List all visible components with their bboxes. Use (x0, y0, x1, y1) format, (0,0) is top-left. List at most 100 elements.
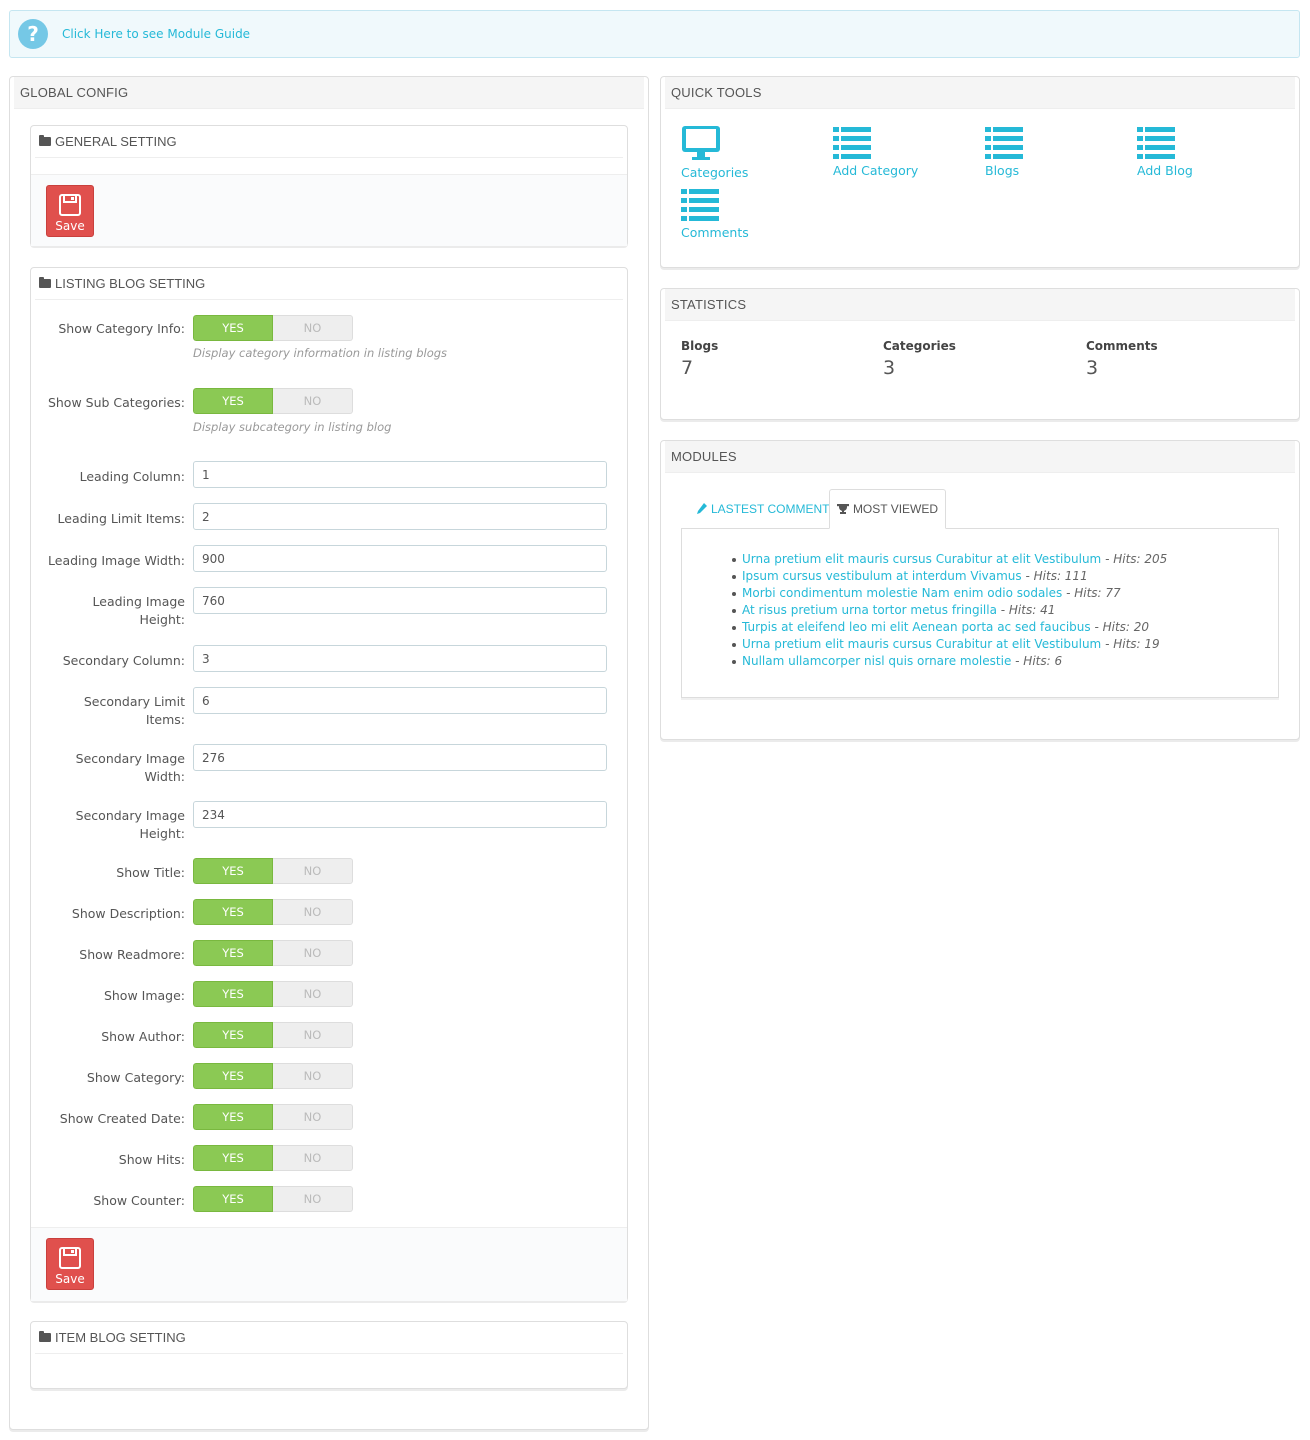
quick-tool-blogs[interactable]: Blogs (985, 125, 1023, 178)
list-item: Turpis at eleifend leo mi elit Aenean po… (732, 619, 1167, 636)
show-author-toggle[interactable]: YES NO (193, 1022, 353, 1048)
leading-image-height-input[interactable]: 760 (193, 587, 607, 614)
show-category-info-toggle[interactable]: YES NO (193, 315, 353, 341)
trophy-icon (836, 504, 849, 514)
general-setting-panel: GENERAL SETTING Save (30, 125, 628, 246)
show-description-toggle[interactable]: YES NO (193, 899, 353, 925)
folder-icon (39, 1331, 51, 1342)
yes-option[interactable]: YES (193, 1022, 273, 1048)
quick-tool-add-category[interactable]: Add Category (833, 125, 918, 178)
yes-option[interactable]: YES (193, 388, 273, 414)
show-created-date-toggle[interactable]: YES NO (193, 1104, 353, 1130)
list-icon (985, 127, 1023, 159)
leading-column-input[interactable]: 1 (193, 461, 607, 488)
no-option[interactable]: NO (273, 388, 353, 414)
no-option[interactable]: NO (273, 858, 353, 884)
blog-link[interactable]: Urna pretium elit mauris cursus Curabitu… (742, 637, 1101, 651)
statistics-panel: STATISTICS Blogs 7 Categories 3 Comments… (660, 288, 1300, 420)
quick-tools-title: QUICK TOOLS (665, 77, 1295, 109)
show-title-toggle[interactable]: YES NO (193, 858, 353, 884)
show-image-toggle[interactable]: YES NO (193, 981, 353, 1007)
module-guide-link[interactable]: Click Here to see Module Guide (62, 27, 250, 41)
floppy-disk-icon (59, 194, 81, 216)
stat-categories: Categories 3 (883, 339, 956, 379)
quick-tool-comments[interactable]: Comments (681, 187, 749, 240)
show-counter-toggle[interactable]: YES NO (193, 1186, 353, 1212)
yes-option[interactable]: YES (193, 981, 273, 1007)
modules-panel: MODULES LASTEST COMMENTS MOST VIEWED Urn… (660, 440, 1300, 740)
show-category-toggle[interactable]: YES NO (193, 1063, 353, 1089)
show-sub-categories-help: Display subcategory in listing blog (193, 420, 392, 434)
blog-link[interactable]: At risus pretium urna tortor metus fring… (742, 603, 997, 617)
no-option[interactable]: NO (273, 1022, 353, 1048)
modules-title: MODULES (665, 441, 1295, 473)
list-item: Urna pretium elit mauris cursus Curabitu… (732, 551, 1167, 568)
show-sub-categories-toggle[interactable]: YES NO (193, 388, 353, 414)
blog-link[interactable]: Urna pretium elit mauris cursus Curabitu… (742, 552, 1101, 566)
show-hits-toggle[interactable]: YES NO (193, 1145, 353, 1171)
list-icon (1137, 127, 1175, 159)
secondary-image-width-input[interactable]: 276 (193, 744, 607, 771)
most-viewed-tab-content: Urna pretium elit mauris cursus Curabitu… (681, 528, 1279, 698)
stat-comments: Comments 3 (1086, 339, 1158, 379)
no-option[interactable]: NO (273, 899, 353, 925)
no-option[interactable]: NO (273, 315, 353, 341)
list-item: Ipsum cursus vestibulum at interdum Viva… (732, 568, 1167, 585)
yes-option[interactable]: YES (193, 940, 273, 966)
folder-icon (39, 135, 51, 146)
blog-link[interactable]: Morbi condimentum molestie Nam enim odio… (742, 586, 1062, 600)
statistics-title: STATISTICS (665, 289, 1295, 321)
general-save-button[interactable]: Save (46, 185, 94, 237)
quick-tools-panel: QUICK TOOLS Categories Add Category Blog… (660, 76, 1300, 268)
list-item: Urna pretium elit mauris cursus Curabitu… (732, 636, 1167, 653)
listing-blog-setting-title: LISTING BLOG SETTING (55, 276, 206, 291)
list-item: At risus pretium urna tortor metus fring… (732, 602, 1167, 619)
most-viewed-list: Urna pretium elit mauris cursus Curabitu… (732, 551, 1167, 670)
listing-blog-setting-panel: LISTING BLOG SETTING Show Category Info:… (30, 267, 628, 1301)
blog-link[interactable]: Nullam ullamcorper nisl quis ornare mole… (742, 654, 1011, 668)
no-option[interactable]: NO (273, 940, 353, 966)
yes-option[interactable]: YES (193, 858, 273, 884)
quick-tool-add-blog[interactable]: Add Blog (1137, 125, 1193, 178)
list-icon (681, 189, 719, 221)
yes-option[interactable]: YES (193, 1063, 273, 1089)
floppy-disk-icon (59, 1247, 81, 1269)
quick-tool-categories[interactable]: Categories (681, 125, 748, 180)
list-item: Morbi condimentum molestie Nam enim odio… (732, 585, 1167, 602)
no-option[interactable]: NO (273, 1186, 353, 1212)
secondary-image-height-input[interactable]: 234 (193, 801, 607, 828)
yes-option[interactable]: YES (193, 1104, 273, 1130)
stat-blogs: Blogs 7 (681, 339, 719, 379)
monitor-icon (682, 126, 720, 160)
no-option[interactable]: NO (273, 981, 353, 1007)
blog-link[interactable]: Ipsum cursus vestibulum at interdum Viva… (742, 569, 1022, 583)
global-config-panel: GLOBAL CONFIG GENERAL SETTING Save LISTI… (9, 76, 649, 1430)
secondary-column-input[interactable]: 3 (193, 645, 607, 672)
listing-save-button[interactable]: Save (46, 1238, 94, 1290)
yes-option[interactable]: YES (193, 1145, 273, 1171)
list-item: Nullam ullamcorper nisl quis ornare mole… (732, 653, 1167, 670)
no-option[interactable]: NO (273, 1145, 353, 1171)
yes-option[interactable]: YES (193, 899, 273, 925)
folder-icon (39, 277, 51, 288)
tab-latest-comments[interactable]: LASTEST COMMENTS (697, 489, 837, 529)
global-config-title: GLOBAL CONFIG (14, 77, 644, 109)
leading-limit-input[interactable]: 2 (193, 503, 607, 530)
tab-most-viewed[interactable]: MOST VIEWED (829, 489, 946, 529)
module-guide-bar: ? Click Here to see Module Guide (9, 10, 1300, 58)
general-setting-title: GENERAL SETTING (55, 134, 177, 149)
help-icon: ? (18, 19, 48, 49)
leading-image-width-input[interactable]: 900 (193, 545, 607, 572)
blog-link[interactable]: Turpis at eleifend leo mi elit Aenean po… (742, 620, 1091, 634)
item-blog-setting-title: ITEM BLOG SETTING (55, 1330, 186, 1345)
secondary-limit-input[interactable]: 6 (193, 687, 607, 714)
item-blog-setting-panel: ITEM BLOG SETTING (30, 1321, 628, 1389)
show-category-info-help: Display category information in listing … (193, 346, 448, 360)
no-option[interactable]: NO (273, 1104, 353, 1130)
yes-option[interactable]: YES (193, 1186, 273, 1212)
yes-option[interactable]: YES (193, 315, 273, 341)
show-readmore-toggle[interactable]: YES NO (193, 940, 353, 966)
no-option[interactable]: NO (273, 1063, 353, 1089)
list-icon (833, 127, 871, 159)
pencil-icon (697, 503, 707, 514)
